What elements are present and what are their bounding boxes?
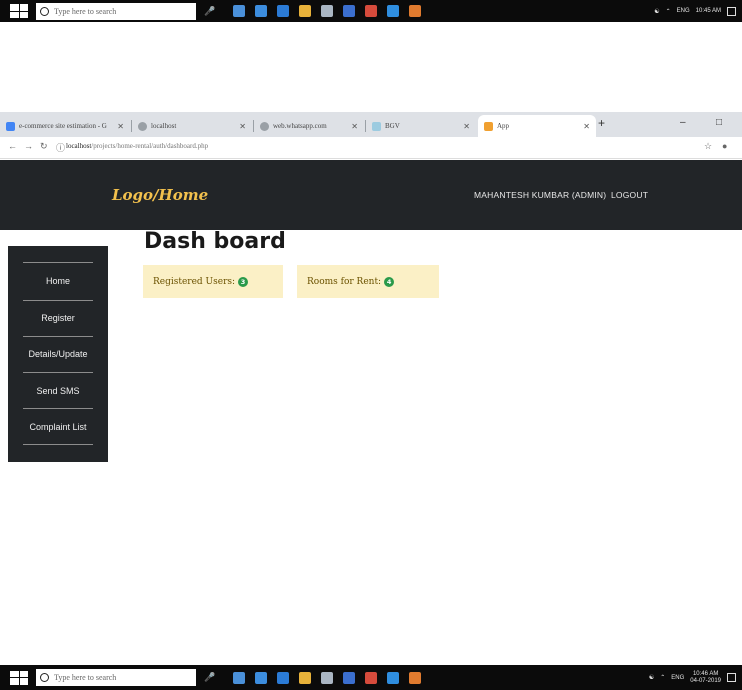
task-view-icon[interactable] (233, 671, 246, 684)
app-favicon-icon (484, 121, 493, 131)
clock-time[interactable]: 10:45 AM (696, 8, 721, 15)
close-tab-icon[interactable]: ✕ (463, 122, 470, 131)
tab-localhost[interactable]: localhost ✕ (132, 115, 252, 137)
sidebar-item-home[interactable]: Home (8, 276, 108, 286)
globe-icon (260, 121, 269, 131)
clock-time: 10:46 AM (692, 670, 719, 677)
tab-label: web.whatsapp.com (273, 122, 327, 130)
sidebar-item-complaint-list[interactable]: Complaint List (8, 422, 108, 432)
reload-icon[interactable]: ↻ (40, 141, 48, 152)
rooms-for-rent-card[interactable]: Rooms for Rent: 4 (297, 265, 439, 298)
task-view-icon[interactable] (233, 5, 246, 17)
divider (23, 372, 93, 373)
page-title: Dash board (144, 229, 286, 254)
store-icon[interactable] (321, 5, 334, 17)
globe-icon (138, 121, 147, 131)
store-icon[interactable] (321, 671, 334, 684)
clock-date: 04-07-2019 (690, 677, 721, 684)
divider (23, 408, 93, 409)
close-tab-icon[interactable]: ✕ (239, 122, 246, 131)
count-badge: 3 (238, 276, 249, 287)
people-icon[interactable]: ☯ (654, 8, 659, 15)
divider (23, 336, 93, 337)
taskbar-search-placeholder: Type here to search (54, 6, 117, 16)
restore-icon[interactable]: □ (716, 117, 722, 128)
count-badge: 4 (384, 276, 395, 287)
tab-whatsapp[interactable]: web.whatsapp.com ✕ (254, 115, 364, 137)
user-name-link[interactable]: MAHANTESH KUMBAR (ADMIN) (474, 190, 606, 200)
word-icon[interactable] (343, 671, 356, 684)
registered-users-card[interactable]: Registered Users: 3 (143, 265, 283, 298)
clock[interactable]: 10:46 AM 04-07-2019 (690, 671, 721, 685)
tab-app[interactable]: App ✕ (478, 115, 596, 137)
notification-icon[interactable] (727, 673, 736, 682)
taskbar-search-placeholder: Type here to search (54, 673, 117, 682)
tab-bgv[interactable]: BGV ✕ (366, 115, 476, 137)
ie-icon[interactable] (277, 5, 290, 17)
sidebar-item-send-sms[interactable]: Send SMS (8, 386, 108, 396)
forward-icon[interactable]: → (24, 141, 33, 151)
card-label: Registered Users: (153, 276, 236, 287)
file-explorer-icon[interactable] (299, 5, 312, 17)
cortana-icon (40, 673, 49, 682)
cortana-icon (40, 6, 49, 16)
taskbar-search-input[interactable]: Type here to search (36, 2, 196, 20)
tab-label: localhost (151, 122, 177, 130)
sidebar-item-details-update[interactable]: Details/Update (8, 349, 108, 359)
lang-label[interactable]: ENG (677, 8, 690, 14)
logout-link[interactable]: LOGOUT (611, 190, 648, 200)
chrome-icon[interactable] (365, 5, 378, 17)
bgv-icon (372, 121, 381, 131)
file-explorer-icon[interactable] (299, 671, 312, 684)
close-tab-icon[interactable]: ✕ (351, 122, 358, 131)
browser-tab-bar: e-commerce site estimation - G ✕ localho… (0, 112, 742, 137)
back-icon[interactable]: ← (8, 141, 17, 151)
microphone-icon[interactable]: 🎤 (204, 6, 215, 17)
tab-label: BGV (385, 122, 400, 130)
close-tab-icon[interactable]: ✕ (117, 122, 124, 131)
tray-chevron-icon[interactable]: ⌃ (666, 8, 671, 15)
card-label: Rooms for Rent: (307, 276, 382, 287)
url-host: localhost (66, 142, 92, 150)
edge-icon[interactable] (255, 671, 268, 684)
minimize-icon[interactable]: – (680, 117, 686, 128)
tab-label: App (497, 122, 510, 130)
microphone-icon[interactable]: 🎤 (204, 672, 215, 683)
divider (23, 444, 93, 445)
sidebar-item-register[interactable]: Register (8, 313, 108, 323)
app-icon[interactable] (409, 671, 422, 684)
google-icon (6, 121, 15, 131)
taskbar-top: Type here to search 🎤 ☯ ⌃ ENG 10:45 AM (0, 0, 742, 22)
vscode-icon[interactable] (387, 5, 400, 17)
vscode-icon[interactable] (387, 671, 400, 684)
logo-home-link[interactable]: Logo/Home (112, 186, 208, 204)
ie-icon[interactable] (277, 671, 290, 684)
tab-ecommerce[interactable]: e-commerce site estimation - G ✕ (0, 115, 130, 137)
windows-start-icon[interactable] (10, 670, 28, 685)
notification-icon[interactable] (727, 6, 736, 16)
address-bar: ← → ↻ ⓘ localhost/projects/home-rental/a… (0, 137, 742, 159)
sidebar: Home Register Details/Update Send SMS Co… (8, 246, 108, 462)
app-icon[interactable] (409, 5, 422, 17)
taskbar-bottom: Type here to search 🎤 ☯ ⌃ ENG 10:46 AM 0… (0, 665, 742, 690)
chrome-icon[interactable] (365, 671, 378, 684)
tab-label: e-commerce site estimation - G (19, 122, 107, 130)
people-icon[interactable]: ☯ (649, 674, 654, 681)
word-icon[interactable] (343, 5, 356, 17)
windows-start-icon[interactable] (10, 4, 28, 18)
lang-label[interactable]: ENG (671, 675, 684, 681)
divider (23, 262, 93, 263)
divider (23, 300, 93, 301)
url-path: /projects/home-rental/auth/dashboard.php (91, 142, 209, 150)
url-field[interactable]: localhost/projects/home-rental/auth/dash… (66, 142, 208, 150)
tray-chevron-icon[interactable]: ⌃ (660, 674, 665, 681)
info-icon: ⓘ (56, 143, 66, 153)
edge-icon[interactable] (255, 5, 268, 17)
close-tab-icon[interactable]: ✕ (583, 122, 590, 131)
new-tab-icon[interactable]: + (598, 116, 605, 130)
profile-icon[interactable]: ● (722, 141, 727, 151)
taskbar-search-input[interactable]: Type here to search (36, 669, 196, 686)
bookmark-star-icon[interactable]: ☆ (704, 141, 712, 152)
